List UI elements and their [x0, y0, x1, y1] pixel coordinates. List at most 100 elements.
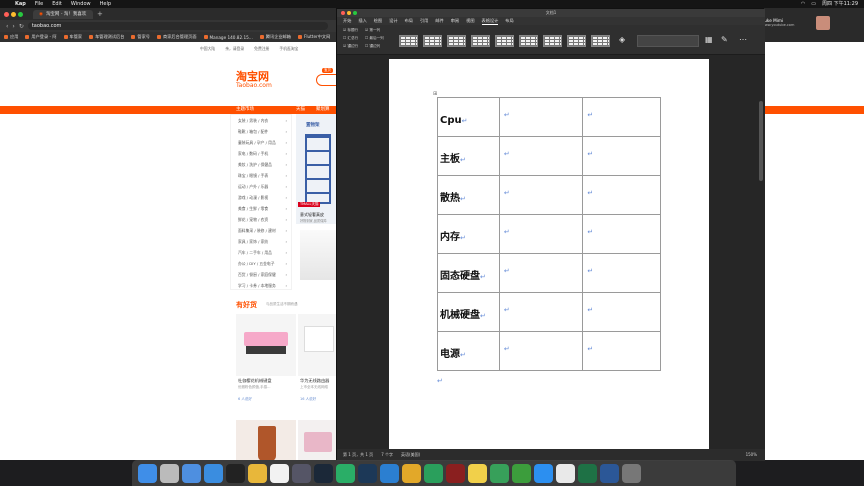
table-cell[interactable]: 机械硬盘↵: [437, 292, 500, 332]
stats-icon[interactable]: [424, 463, 443, 483]
circle-icon[interactable]: [270, 463, 289, 483]
nav-region[interactable]: 中国大陆: [200, 46, 215, 52]
category-item[interactable]: 运动 / 户外 / 乐器 ›: [231, 181, 291, 192]
ribbon-tab[interactable]: 邮件: [435, 18, 443, 24]
avatar[interactable]: [816, 16, 830, 30]
app-store-icon[interactable]: [534, 463, 553, 483]
category-item[interactable]: 百货 / 餐厨 / 家庭保健 ›: [231, 269, 291, 280]
border-styles[interactable]: [637, 35, 699, 47]
ribbon-tab[interactable]: 视图: [466, 18, 474, 24]
table-cell[interactable]: ↵: [582, 97, 661, 137]
safari-icon[interactable]: [204, 463, 223, 483]
vertical-scrollbar[interactable]: [759, 101, 763, 181]
product-title[interactable]: 华为无线路由器: [300, 378, 340, 384]
reload-icon[interactable]: ↻: [19, 23, 24, 30]
evernote-icon[interactable]: [512, 463, 531, 483]
table-cell[interactable]: ↵: [582, 214, 661, 254]
ribbon-tab[interactable]: 布局: [405, 18, 413, 24]
table-cell[interactable]: ↵: [582, 136, 661, 176]
table-cell[interactable]: ↵: [498, 214, 584, 254]
close-window-icon[interactable]: [4, 11, 9, 17]
nav-tmall[interactable]: 天猫: [296, 106, 305, 114]
table-style-4[interactable]: [471, 35, 490, 47]
borders-icon[interactable]: ▦: [705, 35, 717, 47]
table-cell[interactable]: 内存↵: [437, 214, 500, 254]
category-item[interactable]: 汽车 / 二手车 / 用品 ›: [231, 247, 291, 258]
table-cell[interactable]: ↵: [498, 331, 584, 371]
close-window-icon[interactable]: [341, 11, 345, 15]
table-cell[interactable]: ↵: [582, 253, 661, 293]
bookmark-item[interactable]: 车管家: [63, 34, 82, 40]
tools-icon[interactable]: [402, 463, 421, 483]
clapper-icon[interactable]: [292, 463, 311, 483]
wechat-icon[interactable]: [336, 463, 355, 483]
table-cell[interactable]: 主板↵: [437, 136, 500, 176]
nav-register[interactable]: 免费注册: [254, 46, 269, 52]
category-item[interactable]: 面料集采 / 装修 / 建材 ›: [231, 225, 291, 236]
excel-icon[interactable]: [578, 463, 597, 483]
category-item[interactable]: 鲜花 / 宠物 / 农资 ›: [231, 214, 291, 225]
check-first-column[interactable]: ☑ 第一列: [365, 28, 380, 33]
minimize-window-icon[interactable]: [11, 11, 16, 17]
calendar-icon[interactable]: [556, 463, 575, 483]
table-cell[interactable]: Cpu↵: [437, 97, 500, 137]
product-image[interactable]: [300, 230, 338, 280]
table-cell[interactable]: 电源↵: [437, 331, 500, 371]
table-style-5[interactable]: [495, 35, 514, 47]
table-style-3[interactable]: [447, 35, 466, 47]
product-likes[interactable]: 16 人说好: [300, 397, 316, 402]
category-item[interactable]: 游戏 / 动漫 / 影视 ›: [231, 192, 291, 203]
bookmark-item[interactable]: 腾讯企业邮箱: [259, 34, 291, 40]
menu-help[interactable]: Help: [100, 0, 111, 8]
ribbon-tab[interactable]: 插入: [358, 18, 366, 24]
maximize-window-icon[interactable]: [18, 11, 23, 17]
category-item[interactable]: 美妆 / 洗护 / 保健品 ›: [231, 159, 291, 170]
dictionary-icon[interactable]: [446, 463, 465, 483]
bookmark-item[interactable]: 商家后台管理页面: [157, 34, 197, 40]
ribbon-tab[interactable]: 引用: [420, 18, 428, 24]
clock[interactable]: 周四 下午11:29: [822, 0, 858, 8]
product-title[interactable]: 杜伽樱花机械键盘: [238, 378, 298, 384]
nav-mobile[interactable]: 手机逛淘宝: [279, 46, 298, 52]
ribbon-more-icon[interactable]: ⋯: [739, 35, 751, 47]
new-tab-icon[interactable]: +: [97, 10, 103, 18]
product-likes[interactable]: 6 人说好: [238, 397, 252, 402]
xcode-icon[interactable]: [182, 463, 201, 483]
check-last-column[interactable]: ☐ 最后一列: [365, 36, 384, 41]
check-banded-rows[interactable]: ☑ 镶边行: [343, 44, 358, 49]
category-item[interactable]: 童装玩具 / 孕产 / 用品 ›: [231, 137, 291, 148]
category-item[interactable]: 办公 / DIY / 五金电子 ›: [231, 258, 291, 269]
ribbon-tab[interactable]: 表格设计: [481, 18, 499, 25]
minimize-window-icon[interactable]: [347, 11, 351, 15]
category-item[interactable]: 家电 / 数码 / 手机 ›: [231, 148, 291, 159]
zoom-level[interactable]: 150%: [746, 449, 757, 461]
bookmark-item[interactable]: Manage 140.82.15...: [203, 35, 253, 40]
category-item[interactable]: 家具 / 家饰 / 家纺 ›: [231, 236, 291, 247]
forward-icon[interactable]: ›: [12, 23, 14, 30]
table-cell[interactable]: ↵: [498, 253, 584, 293]
table-cell[interactable]: ↵: [498, 292, 584, 332]
ribbon-tab[interactable]: 设计: [389, 18, 397, 24]
table-cell[interactable]: ↵: [582, 331, 661, 371]
table-style-2[interactable]: [423, 35, 442, 47]
bookmark-item[interactable]: 管家号: [131, 34, 150, 40]
wifi-icon[interactable]: ◠: [801, 0, 805, 8]
check-banded-columns[interactable]: ☐ 镶边列: [365, 44, 380, 49]
table-cell[interactable]: ↵: [582, 175, 661, 215]
table-style-9[interactable]: [591, 35, 610, 47]
check-header-row[interactable]: ☑ 标题行: [343, 28, 358, 33]
shading-icon[interactable]: ◈: [619, 35, 629, 47]
nav-theme-market[interactable]: 主题市场: [236, 106, 254, 114]
category-item[interactable]: 珠宝 / 眼镜 / 手表 ›: [231, 170, 291, 181]
ribbon-tab[interactable]: 审阅: [451, 18, 459, 24]
menu-window[interactable]: Window: [71, 0, 91, 8]
browser-tab[interactable]: ◉ 淘宝网 - 淘！我喜欢: [33, 9, 93, 19]
steam-icon[interactable]: [314, 463, 333, 483]
check-total-row[interactable]: ☐ 汇总行: [343, 36, 358, 41]
table-cell[interactable]: 固态硬盘↵: [437, 253, 500, 293]
url-field[interactable]: taobao.com: [27, 22, 328, 30]
category-item[interactable]: 女装 / 男装 / 内衣 ›: [231, 115, 291, 126]
table-style-8[interactable]: [567, 35, 586, 47]
bookmark-item[interactable]: 用户登录 - 阿: [25, 34, 57, 40]
menu-edit[interactable]: Edit: [52, 0, 62, 8]
